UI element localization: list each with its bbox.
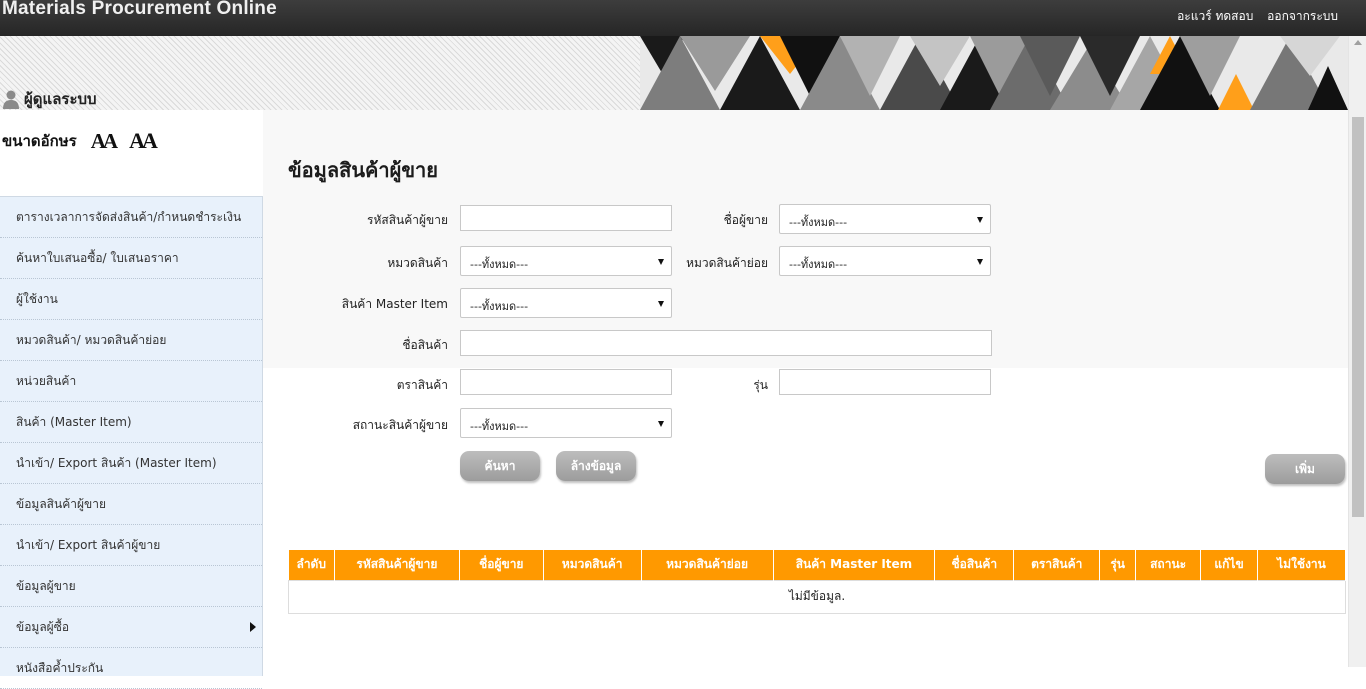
column-header[interactable]: ชื่อผู้ขาย — [459, 550, 544, 580]
person-icon — [3, 90, 19, 109]
sidebar-item-import-vendor-products[interactable]: นำเข้า/ Export สินค้าผู้ขาย — [0, 525, 262, 566]
font-increase-icon[interactable]: AA — [129, 128, 158, 154]
page-scrollbar[interactable] — [1348, 36, 1366, 667]
sidebar-menu: ตารางเวลาการจัดส่งสินค้า/กำหนดชำระเงิน ค… — [0, 196, 263, 689]
vendor-name-label: ชื่อผู้ขาย — [723, 213, 768, 227]
brand-input[interactable] — [460, 369, 672, 395]
sidebar-item-guarantee-letters[interactable]: หนังสือค้ำประกัน — [0, 648, 262, 689]
sidebar-item-label: ผู้ใช้งาน — [16, 291, 58, 306]
vendor-product-code-label: รหัสสินค้าผู้ขาย — [367, 213, 448, 227]
subcategory-selected: ---ทั้งหมด--- — [789, 258, 848, 271]
page-title: ข้อมูลสินค้าผู้ขาย — [288, 158, 438, 182]
vendor-product-code-input[interactable] — [460, 205, 672, 231]
logout-link[interactable]: ออกจากระบบ — [1267, 9, 1338, 23]
master-item-select[interactable]: ---ทั้งหมด--- — [460, 288, 672, 318]
model-label: รุ่น — [753, 378, 768, 392]
sidebar-item-label: หมวดสินค้า/ หมวดสินค้าย่อย — [16, 332, 167, 347]
product-name-label: ชื่อสินค้า — [402, 338, 448, 352]
status-selected: ---ทั้งหมด--- — [470, 420, 529, 433]
sidebar-item-label: สินค้า (Master Item) — [16, 414, 132, 429]
category-label: หมวดสินค้า — [387, 256, 448, 270]
sidebar-item-label: ข้อมูลผู้ซื้อ — [16, 619, 70, 634]
font-size-label: ขนาดอักษร — [2, 132, 77, 150]
sidebar-item-label: ข้อมูลผู้ขาย — [16, 578, 76, 593]
model-input[interactable] — [779, 369, 991, 395]
main-content: ข้อมูลสินค้าผู้ขาย รหัสสินค้าผู้ขาย ชื่อ… — [263, 110, 1348, 667]
results-table: ลำดับ รหัสสินค้าผู้ขาย ชื่อผู้ขาย หมวดสิ… — [288, 550, 1346, 614]
status-label: สถานะสินค้าผู้ขาย — [352, 418, 448, 432]
dropdown-arrow-icon — [977, 259, 983, 265]
top-bar: Materials Procurement Online อะแวร์ ทดสอ… — [0, 0, 1366, 36]
sidebar-item-vendor-products[interactable]: ข้อมูลสินค้าผู้ขาย — [0, 484, 262, 525]
user-name-link[interactable]: อะแวร์ ทดสอบ — [1177, 9, 1253, 23]
banner-triangles-graphic — [640, 36, 1348, 110]
column-header[interactable]: ตราสินค้า — [1013, 550, 1101, 580]
sidebar-item-users[interactable]: ผู้ใช้งาน — [0, 279, 262, 320]
column-header[interactable]: ลำดับ — [288, 550, 335, 580]
category-select[interactable]: ---ทั้งหมด--- — [460, 246, 672, 276]
category-selected: ---ทั้งหมด--- — [470, 258, 529, 271]
sidebar-item-import-master-item[interactable]: นำเข้า/ Export สินค้า (Master Item) — [0, 443, 262, 484]
top-links: อะแวร์ ทดสอบ ออกจากระบบ — [1167, 7, 1338, 26]
role-text: ผู้ดูแลระบบ — [24, 90, 97, 108]
column-header[interactable]: สถานะ — [1135, 550, 1202, 580]
banner — [0, 36, 1348, 110]
sidebar-item-categories[interactable]: หมวดสินค้า/ หมวดสินค้าย่อย — [0, 320, 262, 361]
scrollbar-thumb[interactable] — [1352, 117, 1364, 517]
dropdown-arrow-icon — [658, 421, 664, 427]
search-button[interactable]: ค้นหา — [460, 451, 540, 481]
app-title: Materials Procurement Online — [2, 0, 277, 19]
dropdown-arrow-icon — [658, 301, 664, 307]
scroll-up-icon[interactable] — [1354, 40, 1362, 45]
role-label: ผู้ดูแลระบบ — [2, 87, 97, 111]
subcategory-select[interactable]: ---ทั้งหมด--- — [779, 246, 991, 276]
table-row: ไม่มีข้อมูล. — [288, 579, 1346, 614]
dropdown-arrow-icon — [977, 217, 983, 223]
sidebar-item-search-quotations[interactable]: ค้นหาใบเสนอซื้อ/ ใบเสนอราคา — [0, 238, 262, 279]
font-decrease-icon[interactable]: AA — [91, 129, 118, 154]
subcategory-label: หมวดสินค้าย่อย — [686, 256, 768, 270]
sidebar-item-label: นำเข้า/ Export สินค้า (Master Item) — [16, 455, 217, 470]
column-header[interactable]: รหัสสินค้าผู้ขาย — [334, 550, 460, 580]
sidebar-item-units[interactable]: หน่วยสินค้า — [0, 361, 262, 402]
column-header[interactable]: สินค้า Master Item — [773, 550, 936, 580]
add-button[interactable]: เพิ่ม — [1265, 454, 1345, 484]
column-header[interactable]: ชื่อสินค้า — [934, 550, 1015, 580]
empty-message: ไม่มีข้อมูล. — [288, 579, 1346, 614]
status-select[interactable]: ---ทั้งหมด--- — [460, 408, 672, 438]
sidebar-item-label: ข้อมูลสินค้าผู้ขาย — [16, 496, 106, 511]
product-name-input[interactable] — [460, 330, 992, 356]
vendor-name-selected: ---ทั้งหมด--- — [789, 216, 848, 229]
column-header[interactable]: หมวดสินค้าย่อย — [641, 550, 774, 580]
sidebar-item-vendors[interactable]: ข้อมูลผู้ขาย — [0, 566, 262, 607]
sidebar-item-label: หนังสือค้ำประกัน — [16, 660, 104, 675]
sidebar-item-label: ค้นหาใบเสนอซื้อ/ ใบเสนอราคา — [16, 250, 179, 265]
font-size-controls: ขนาดอักษร AA AA — [2, 128, 158, 154]
sidebar-item-buyers[interactable]: ข้อมูลผู้ซื้อ — [0, 607, 262, 648]
sidebar-item-delivery-schedule[interactable]: ตารางเวลาการจัดส่งสินค้า/กำหนดชำระเงิน — [0, 197, 262, 238]
sidebar-item-master-item[interactable]: สินค้า (Master Item) — [0, 402, 262, 443]
master-item-label: สินค้า Master Item — [341, 297, 448, 311]
clear-button[interactable]: ล้างข้อมูล — [556, 451, 636, 481]
master-item-selected: ---ทั้งหมด--- — [470, 300, 529, 313]
column-header[interactable]: แก้ไข — [1200, 550, 1258, 580]
brand-label: ตราสินค้า — [396, 378, 448, 392]
column-header[interactable]: รุ่น — [1099, 550, 1137, 580]
vendor-name-select[interactable]: ---ทั้งหมด--- — [779, 204, 991, 234]
caret-right-icon — [250, 622, 256, 632]
column-header[interactable]: ไม่ใช้งาน — [1257, 550, 1346, 580]
column-header[interactable]: หมวดสินค้า — [543, 550, 642, 580]
sidebar-item-label: นำเข้า/ Export สินค้าผู้ขาย — [16, 537, 161, 552]
dropdown-arrow-icon — [658, 259, 664, 265]
sidebar-item-label: ตารางเวลาการจัดส่งสินค้า/กำหนดชำระเงิน — [16, 209, 242, 224]
table-header-row: ลำดับ รหัสสินค้าผู้ขาย ชื่อผู้ขาย หมวดสิ… — [288, 550, 1346, 580]
sidebar-item-label: หน่วยสินค้า — [16, 373, 77, 388]
